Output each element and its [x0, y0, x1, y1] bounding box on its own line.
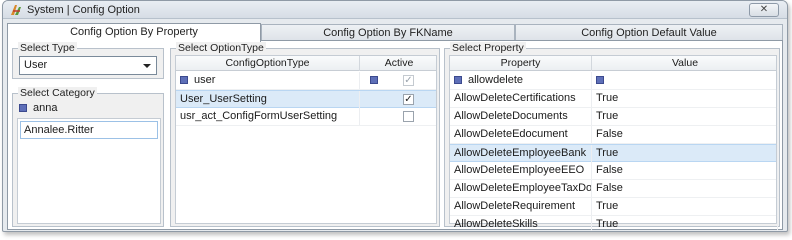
- value-filter-cell[interactable]: [592, 72, 778, 89]
- option-type-name: usr_act_ConfigFormUserSetting: [176, 108, 360, 125]
- select-property-group: Select Property Property Value allowdele…: [444, 42, 780, 231]
- table-row[interactable]: AllowDeleteRequirement True: [450, 198, 778, 216]
- property-value[interactable]: False: [592, 126, 778, 143]
- table-row[interactable]: User_UserSetting ✓: [176, 90, 438, 108]
- chevron-down-icon: [143, 64, 151, 68]
- option-type-grid: ConfigOptionType Active user ✓ User_User…: [175, 55, 438, 224]
- title-bar: System | Config Option ✕: [3, 1, 787, 19]
- table-row[interactable]: AllowDeleteSkills True: [450, 216, 778, 231]
- property-name: AllowDeleteEmployeeTaxDocument: [450, 180, 592, 197]
- category-list: Annalee.Ritter: [17, 118, 161, 224]
- select-option-type-group: Select OptionType ConfigOptionType Activ…: [170, 42, 440, 227]
- category-filter-value: anna: [33, 102, 58, 114]
- property-value[interactable]: True: [592, 216, 778, 231]
- property-name: AllowDeleteEmployeeBank: [450, 145, 592, 162]
- column-header-active[interactable]: Active: [360, 56, 438, 71]
- property-name: AllowDeleteEmployeeEEO: [450, 162, 592, 179]
- column-header-property[interactable]: Property: [450, 56, 592, 71]
- select-category-label: Select Category: [18, 87, 97, 99]
- table-row[interactable]: AllowDeleteEmployeeBank True: [450, 144, 778, 162]
- tab-config-option-by-fkname[interactable]: Config Option By FKName: [261, 24, 515, 41]
- property-value[interactable]: False: [592, 162, 778, 179]
- type-dropdown[interactable]: User: [19, 56, 157, 75]
- option-type-filter-value: user: [194, 74, 216, 86]
- property-filter-cell[interactable]: allowdelete: [450, 72, 592, 89]
- category-list-item[interactable]: Annalee.Ritter: [20, 121, 158, 139]
- property-grid: Property Value allowdelete AllowDeleteCe…: [449, 55, 778, 231]
- property-value[interactable]: True: [592, 198, 778, 215]
- category-filter-row[interactable]: anna: [19, 100, 157, 116]
- active-filter-cell[interactable]: ✓: [360, 72, 438, 89]
- property-grid-header: Property Value: [450, 56, 776, 71]
- property-name: AllowDeleteEdocument: [450, 126, 592, 143]
- table-row[interactable]: AllowDeleteEmployeeTaxDocumentFalse: [450, 180, 778, 198]
- tab-config-option-default-value[interactable]: Config Option Default Value: [515, 24, 783, 41]
- tab-content: Select Type User Select Category anna An…: [7, 40, 783, 231]
- active-cell: ✓: [360, 91, 438, 108]
- property-value[interactable]: False: [592, 180, 778, 197]
- property-filter-value: allowdelete: [468, 74, 524, 86]
- select-option-type-label: Select OptionType: [176, 42, 266, 54]
- tab-config-option-by-property[interactable]: Config Option By Property: [7, 23, 261, 42]
- filter-icon: [180, 76, 188, 85]
- property-name: AllowDeleteRequirement: [450, 198, 592, 215]
- column-header-configoptiontype[interactable]: ConfigOptionType: [176, 56, 360, 71]
- filter-icon: [19, 104, 27, 113]
- table-row[interactable]: AllowDeleteEmployeeEEO False: [450, 162, 778, 180]
- type-dropdown-value: User: [24, 59, 48, 71]
- select-type-group: Select Type User: [12, 42, 164, 79]
- property-value[interactable]: True: [592, 145, 778, 162]
- app-logo-icon: [11, 5, 21, 15]
- active-checkbox[interactable]: [403, 111, 414, 122]
- option-type-grid-header: ConfigOptionType Active: [176, 56, 436, 71]
- active-cell: [360, 108, 438, 125]
- select-property-label: Select Property: [450, 42, 526, 54]
- close-icon: ✕: [759, 4, 769, 15]
- option-type-filter-row[interactable]: user ✓: [176, 72, 438, 90]
- property-value[interactable]: True: [592, 90, 778, 107]
- active-filter-checkbox[interactable]: ✓: [403, 75, 414, 86]
- select-category-group: Select Category anna Annalee.Ritter: [12, 87, 164, 227]
- close-button[interactable]: ✕: [749, 3, 779, 17]
- table-row[interactable]: usr_act_ConfigFormUserSetting: [176, 108, 438, 126]
- column-header-value[interactable]: Value: [592, 56, 778, 71]
- filter-icon: [596, 76, 604, 85]
- tab-strip: Config Option By Property Config Option …: [7, 23, 783, 42]
- window-title: System | Config Option: [27, 4, 140, 16]
- table-row[interactable]: AllowDeleteEdocument False: [450, 126, 778, 144]
- property-name: AllowDeleteSkills: [450, 216, 592, 231]
- filter-icon: [370, 76, 378, 84]
- filter-icon: [454, 76, 462, 85]
- property-name: AllowDeleteDocuments: [450, 108, 592, 125]
- config-option-window: System | Config Option ✕ Config Option B…: [2, 0, 788, 232]
- property-filter-row[interactable]: allowdelete: [450, 72, 778, 90]
- select-type-label: Select Type: [18, 42, 77, 54]
- option-type-name: User_UserSetting: [176, 91, 360, 108]
- table-row[interactable]: AllowDeleteDocuments True: [450, 108, 778, 126]
- option-type-filter-cell[interactable]: user: [176, 72, 360, 89]
- active-checkbox[interactable]: ✓: [403, 94, 414, 105]
- property-name: AllowDeleteCertifications: [450, 90, 592, 107]
- table-row[interactable]: AllowDeleteCertifications True: [450, 90, 778, 108]
- property-value[interactable]: True: [592, 108, 778, 125]
